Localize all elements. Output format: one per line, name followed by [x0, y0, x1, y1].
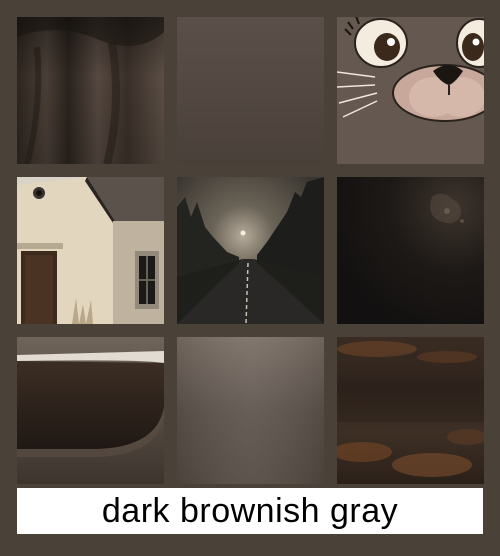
cat-face-image — [337, 17, 484, 164]
house-image — [17, 177, 164, 324]
tile-old-house — [17, 177, 164, 324]
tile-dark-fabric — [17, 17, 164, 164]
caption-text: dark brownish gray — [101, 492, 399, 530]
tile-dark-texture — [337, 177, 484, 324]
rust-image — [337, 337, 484, 484]
fabric-image — [17, 17, 164, 164]
cup-image — [17, 337, 164, 484]
tile-rusty-texture — [337, 337, 484, 484]
tile-smooth-gradient — [177, 337, 324, 484]
caption-box: dark brownish gray — [17, 488, 483, 534]
tile-plain-gradient — [177, 17, 324, 164]
gradient-swatch — [177, 17, 324, 164]
road-image — [177, 177, 324, 324]
tile-foggy-road — [177, 177, 324, 324]
gradient-swatch-2 — [177, 337, 324, 484]
tile-coffee-cup — [17, 337, 164, 484]
tile-cartoon-cat — [337, 17, 484, 164]
texture-image — [337, 177, 484, 324]
